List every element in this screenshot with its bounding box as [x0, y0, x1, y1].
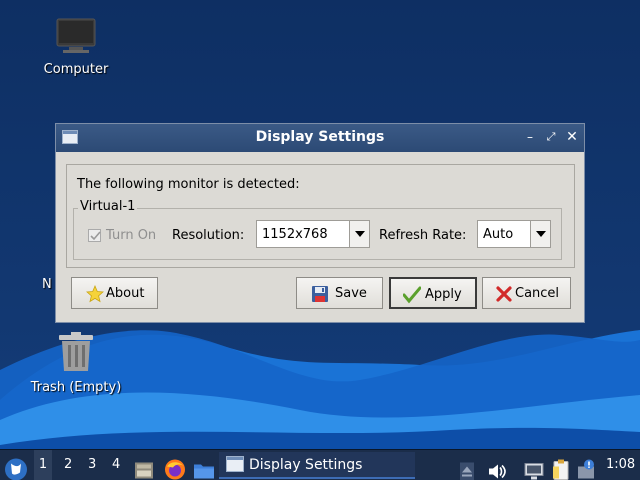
desktop-icon-computer[interactable]: Computer [38, 18, 114, 77]
cancel-label: Cancel [515, 286, 560, 301]
display-settings-window: Display Settings – ⤢ ✕ The following mon… [55, 123, 585, 323]
clock: 1:08 [606, 457, 636, 472]
chevron-down-icon[interactable] [349, 221, 369, 247]
workspace-3[interactable]: 3 [88, 457, 96, 472]
cancel-button[interactable]: Cancel [482, 277, 571, 309]
volume-icon[interactable] [487, 456, 507, 480]
firefox-icon[interactable] [164, 454, 186, 480]
desktop-icon-trash[interactable]: Trash (Empty) [24, 332, 128, 395]
apply-button[interactable]: Apply [389, 277, 477, 309]
eject-icon[interactable] [459, 456, 475, 480]
start-menu-icon[interactable] [4, 454, 28, 480]
computer-icon [56, 18, 96, 53]
about-label: About [106, 286, 145, 301]
floppy-disk-icon [312, 286, 328, 302]
apply-label: Apply [425, 287, 462, 302]
monitor-group: Virtual-1 Turn On Resolution: 1152x768 R… [73, 199, 562, 260]
refresh-rate-label: Refresh Rate: [379, 228, 467, 243]
turn-on-label: Turn On [106, 228, 157, 243]
taskbar: 1 2 3 4 Display Settings 1:08 [0, 449, 640, 480]
window-titlebar[interactable]: Display Settings – ⤢ ✕ [56, 124, 584, 152]
chevron-down-icon[interactable] [530, 221, 550, 247]
network-icon[interactable] [524, 456, 544, 480]
resolution-value: 1152x768 [262, 227, 328, 242]
workspace-4[interactable]: 4 [112, 457, 120, 472]
desktop-icon-partial[interactable]: N [42, 273, 54, 292]
refresh-rate-dropdown[interactable]: Auto [477, 220, 551, 248]
clipboard-icon[interactable] [551, 454, 571, 480]
file-manager-icon[interactable] [134, 455, 154, 480]
desktop-icon-label: N [42, 277, 52, 292]
resolution-label: Resolution: [172, 228, 245, 243]
notification-icon[interactable] [577, 454, 597, 480]
save-button[interactable]: Save [296, 277, 383, 309]
checkmark-icon [403, 286, 421, 304]
refresh-rate-value: Auto [483, 227, 514, 242]
folder-icon[interactable] [193, 455, 215, 480]
turn-on-checkbox[interactable] [88, 229, 101, 242]
save-label: Save [335, 286, 367, 301]
monitor-name: Virtual-1 [78, 199, 138, 214]
resolution-dropdown[interactable]: 1152x768 [256, 220, 370, 248]
taskbar-task-display-settings[interactable]: Display Settings [219, 452, 415, 479]
window-app-icon [226, 456, 244, 472]
workspace-2[interactable]: 2 [64, 457, 72, 472]
checkmark-icon [90, 231, 101, 241]
desktop-icon-label: Computer [43, 62, 109, 77]
window-title: Display Settings [255, 129, 385, 145]
task-label: Display Settings [249, 457, 363, 473]
maximize-icon[interactable]: ⤢ [544, 130, 558, 144]
about-button[interactable]: About [71, 277, 158, 309]
workspace-1[interactable]: 1 [34, 450, 52, 480]
monitor-frame: The following monitor is detected: Virtu… [66, 164, 575, 268]
star-icon [86, 285, 104, 303]
detected-text: The following monitor is detected: [77, 177, 300, 192]
minimize-icon[interactable]: – [523, 130, 537, 144]
trash-icon [59, 332, 93, 371]
cancel-x-icon [496, 286, 512, 302]
desktop-icon-label: Trash (Empty) [30, 380, 122, 395]
close-icon[interactable]: ✕ [565, 130, 579, 144]
